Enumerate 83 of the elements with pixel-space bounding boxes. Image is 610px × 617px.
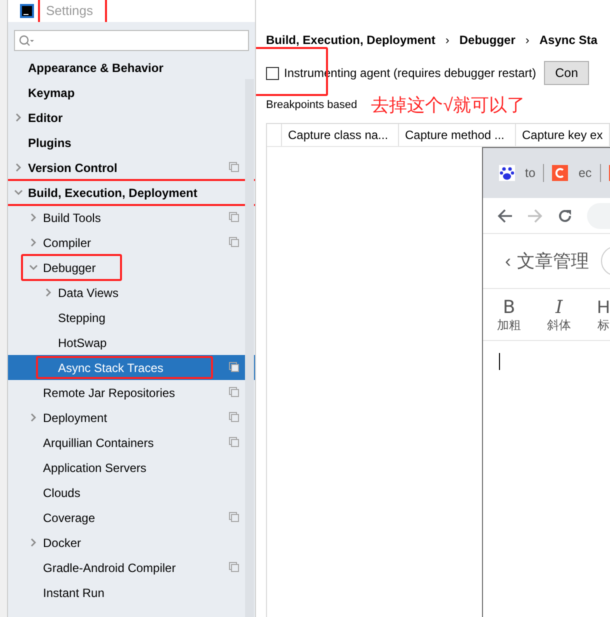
item-label: Docker: [43, 534, 82, 552]
column-header[interactable]: Capture key ex: [516, 124, 610, 146]
tree-item[interactable]: Instant Run: [8, 580, 245, 605]
reload-icon[interactable]: [557, 208, 573, 224]
section-label: Breakpoints based: [266, 98, 358, 113]
item-label: Build, Execution, Deployment: [28, 184, 198, 202]
tree-item[interactable]: Editor: [8, 105, 245, 130]
breadcrumb-item[interactable]: Debugger: [459, 31, 516, 49]
paw-icon: [499, 165, 515, 181]
tree-item[interactable]: Debugger: [8, 255, 245, 280]
breadcrumb-item[interactable]: Build, Execution, Deployment: [266, 31, 436, 49]
tab-title: ec: [578, 164, 592, 182]
chevron-icon[interactable]: [29, 238, 38, 247]
tree-item[interactable]: Compiler: [8, 230, 245, 255]
tree-item[interactable]: Async Stack Traces: [8, 355, 255, 380]
item-label: Instant Run: [43, 584, 104, 602]
toolbar-button[interactable]: H 标: [597, 296, 610, 332]
chevron-icon[interactable]: [29, 538, 38, 547]
item-label: Plugins: [28, 134, 72, 152]
item-label: Async Stack Traces: [58, 360, 164, 376]
tree-item[interactable]: Arquillian Containers: [8, 430, 245, 455]
tree-item[interactable]: Remote Jar Repositories: [8, 380, 245, 405]
item-label: Remote Jar Repositories: [43, 384, 176, 402]
item-label: Version Control: [28, 160, 118, 176]
breadcrumb-separator: ›: [445, 32, 450, 49]
tree-item[interactable]: Gradle-Android Compiler: [8, 555, 245, 580]
browser-tab[interactable]: ec: [552, 164, 601, 182]
tree-item[interactable]: Keymap: [8, 80, 245, 105]
breadcrumb-item[interactable]: Async Sta: [539, 31, 598, 49]
item-label: Stepping: [58, 310, 106, 326]
back-link[interactable]: ‹: [505, 248, 511, 274]
search-icon: [19, 34, 35, 46]
tree-item[interactable]: Application Servers: [8, 455, 245, 480]
search-field[interactable]: [14, 30, 249, 51]
chevron-icon[interactable]: [14, 113, 23, 122]
item-label: Data Views: [58, 284, 118, 302]
chevron-icon[interactable]: [29, 413, 38, 422]
chevron-icon[interactable]: [14, 163, 23, 172]
tree-item[interactable]: Deployment: [8, 405, 245, 430]
toolbar-button[interactable]: B 加粗: [497, 296, 521, 332]
chevron-icon[interactable]: [44, 288, 53, 297]
chevron-icon[interactable]: [14, 188, 23, 197]
item-label: Appearance & Behavior: [28, 60, 164, 76]
item-label: Build Tools: [43, 210, 101, 226]
item-label: Editor: [28, 110, 63, 126]
item-label: Clouds: [43, 484, 80, 502]
column-header[interactable]: Capture method ...: [399, 124, 516, 146]
item-label: Keymap: [28, 84, 75, 102]
item-label: Coverage: [43, 510, 96, 526]
tree-item[interactable]: Coverage: [8, 505, 245, 530]
page-title: 文章管理: [517, 250, 589, 272]
configure-button[interactable]: Con: [544, 60, 590, 86]
tree-item[interactable]: Data Views: [8, 280, 245, 305]
item-label: Application Servers: [43, 460, 146, 476]
column-header[interactable]: Capture class na...: [282, 124, 399, 146]
tree-item[interactable]: Docker: [8, 530, 245, 555]
tree-item[interactable]: Appearance & Behavior: [8, 55, 245, 80]
breadcrumb-separator: ›: [525, 32, 530, 49]
item-label: Deployment: [43, 410, 108, 426]
toolbar-button[interactable]: I 斜体: [547, 296, 571, 332]
tab-title: to: [525, 164, 536, 182]
chevron-icon[interactable]: [29, 263, 38, 272]
tree-item[interactable]: Build Tools: [8, 205, 245, 230]
letter-tile-icon: [552, 165, 568, 181]
tree-item[interactable]: Clouds: [8, 480, 245, 505]
tree-item[interactable]: Stepping: [8, 305, 245, 330]
app-icon: [20, 4, 34, 18]
text-cursor: [499, 353, 500, 370]
tree-item[interactable]: HotSwap: [8, 330, 245, 355]
item-label: Gradle-Android Compiler: [43, 560, 176, 576]
tree-item[interactable]: Version Control: [8, 155, 245, 180]
item-label: Arquillian Containers: [43, 434, 154, 452]
item-label: HotSwap: [58, 334, 107, 352]
item-label: Debugger: [43, 260, 96, 276]
chevron-icon[interactable]: [29, 213, 38, 222]
annotation-note: 去掉这个√就可以了: [371, 95, 526, 115]
browser-tab[interactable]: to: [499, 164, 544, 182]
item-label: Compiler: [43, 234, 92, 252]
forward-icon[interactable]: [527, 208, 543, 224]
checkbox[interactable]: [266, 66, 279, 80]
back-icon[interactable]: [497, 208, 513, 224]
scrollbar[interactable]: [245, 79, 254, 617]
tree-item[interactable]: Plugins: [8, 130, 245, 155]
